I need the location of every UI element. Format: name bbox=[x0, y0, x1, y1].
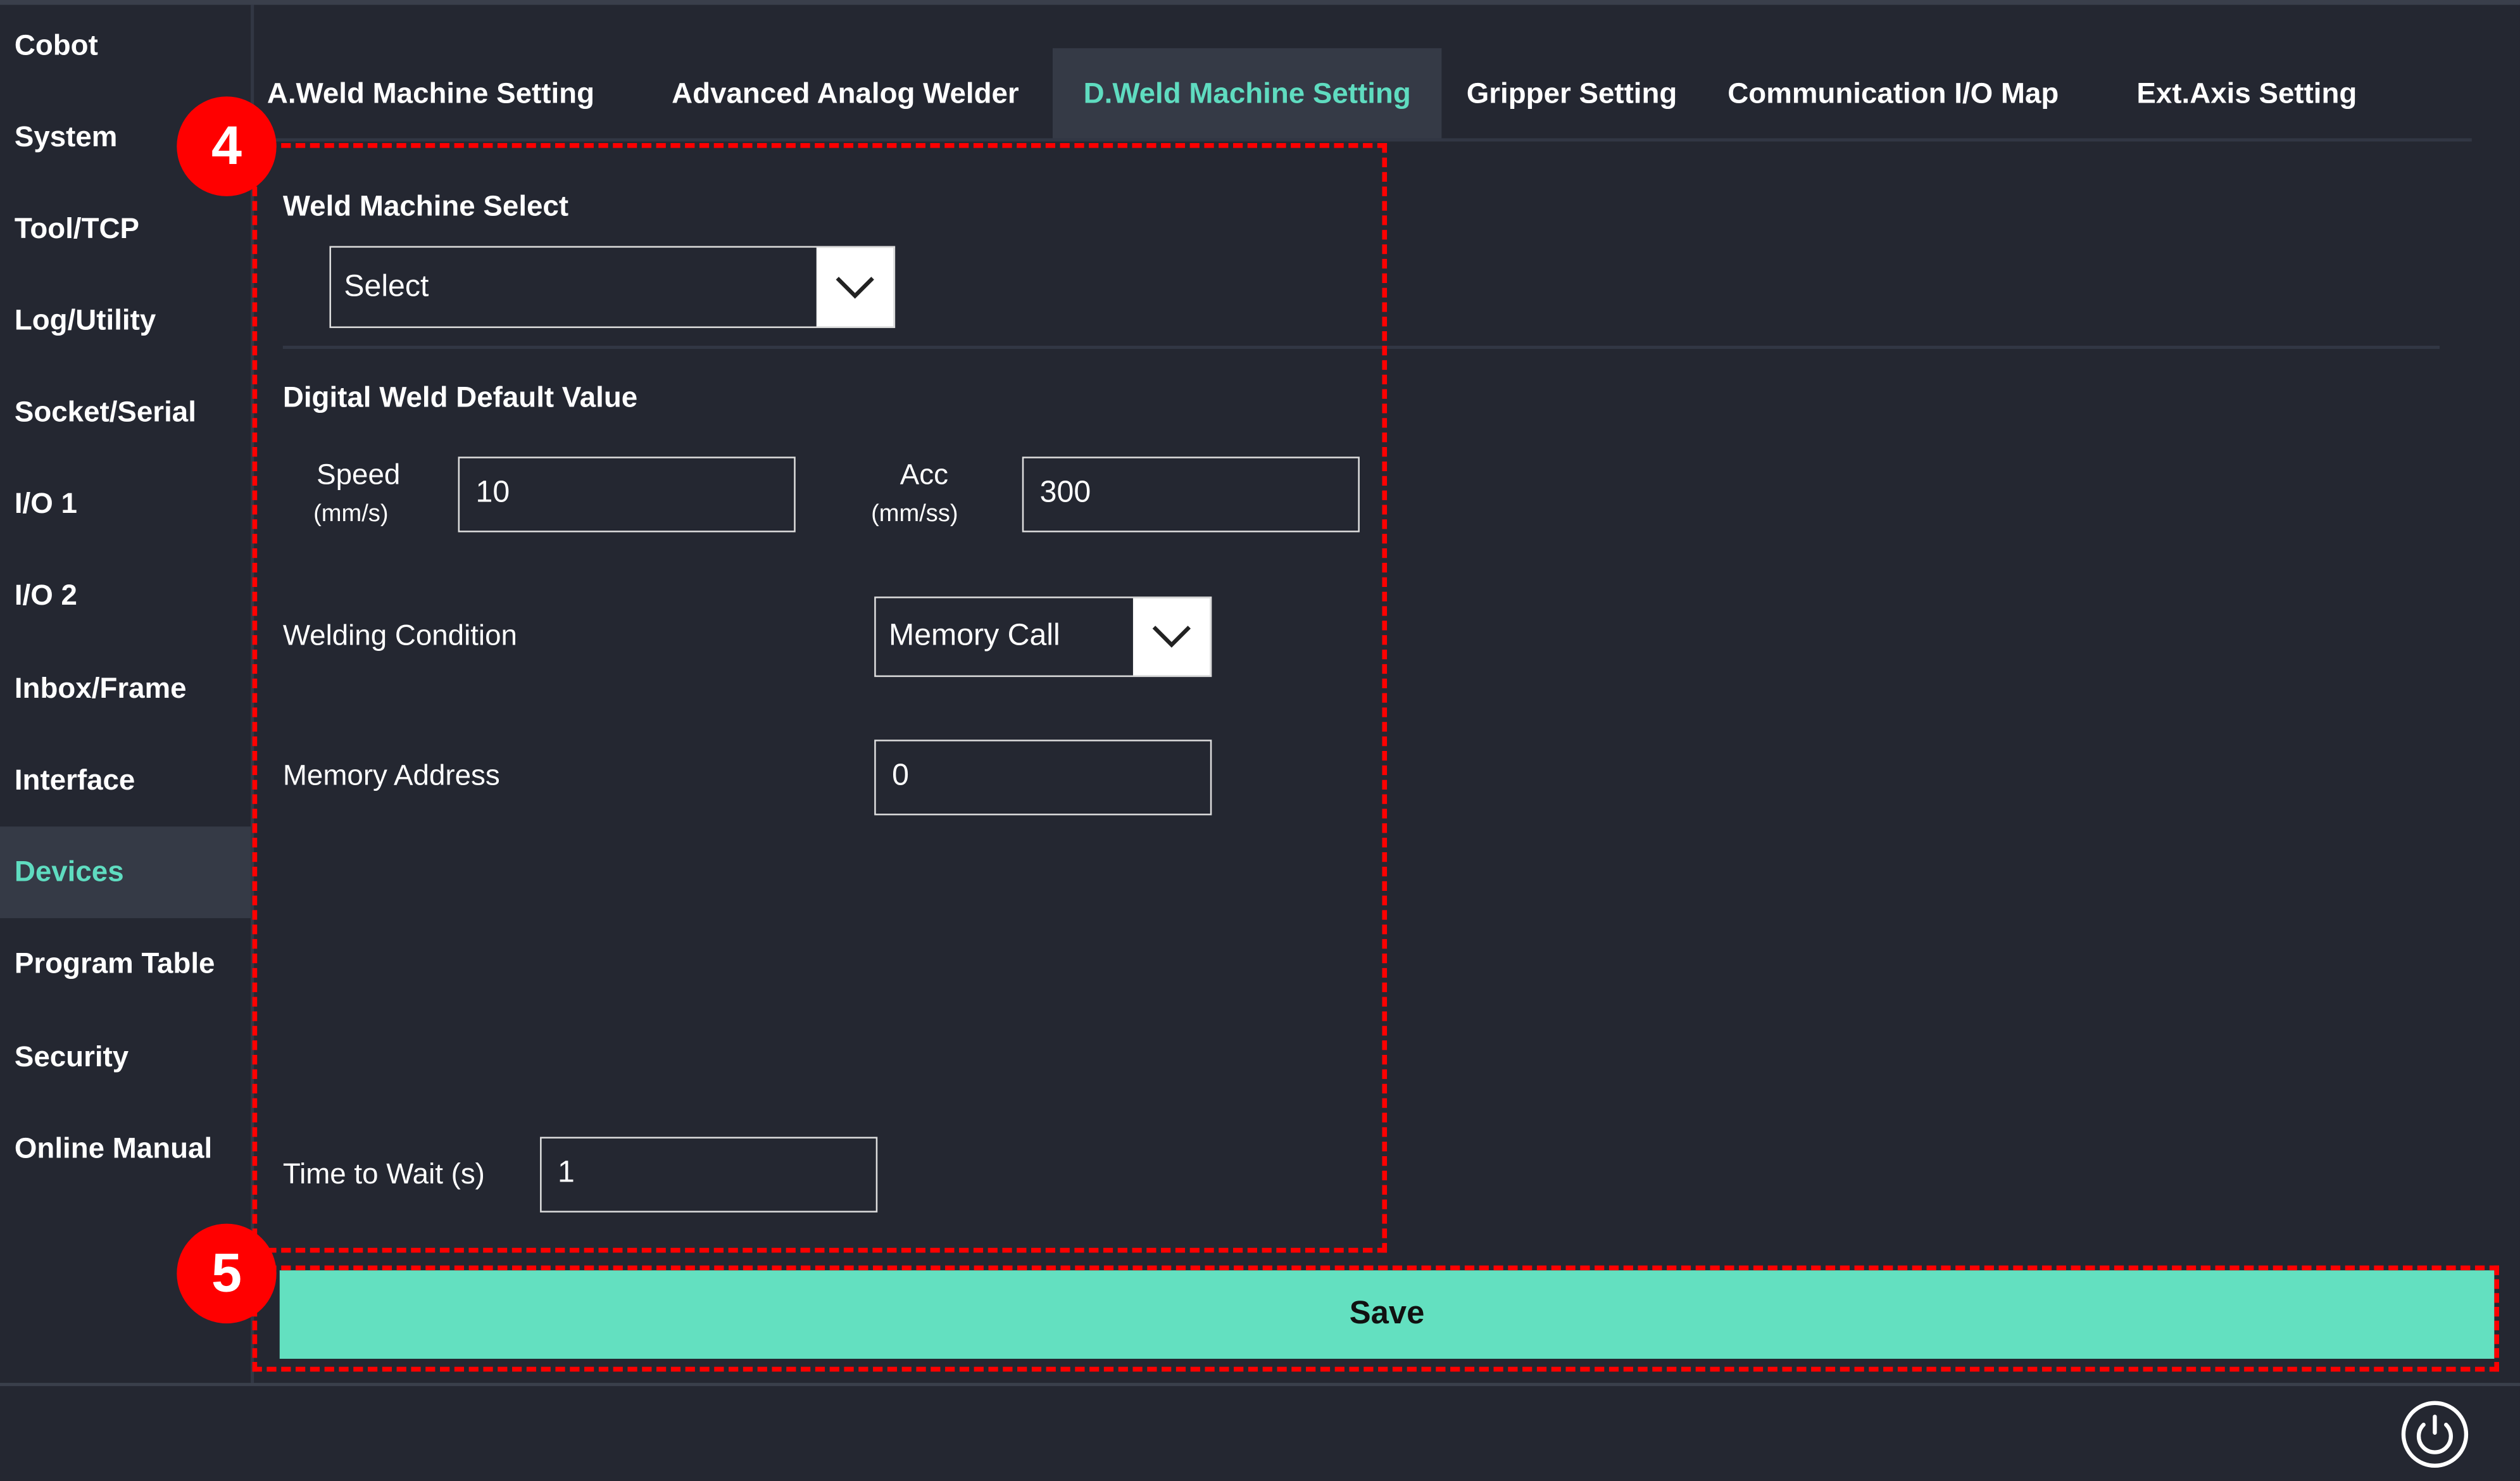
sidebar-item-devices[interactable]: Devices bbox=[0, 826, 251, 919]
tab-ext-axis-setting[interactable]: Ext.Axis Setting bbox=[2124, 48, 2369, 138]
sidebar-item-security[interactable]: Security bbox=[0, 1011, 251, 1103]
tab-advanced-analog-welder[interactable]: Advanced Analog Welder bbox=[659, 48, 1032, 138]
sidebar-item-io1[interactable]: I/O 1 bbox=[0, 458, 251, 550]
app-window: Cobot System Tool/TCP Log/Utility Socket… bbox=[0, 0, 2520, 1481]
sidebar-item-socket-serial[interactable]: Socket/Serial bbox=[0, 367, 251, 458]
sidebar-item-online-manual[interactable]: Online Manual bbox=[0, 1103, 251, 1195]
sidebar-item-program-table[interactable]: Program Table bbox=[0, 918, 251, 1010]
power-icon[interactable] bbox=[2400, 1399, 2471, 1470]
sidebar-item-cobot[interactable]: Cobot bbox=[0, 0, 251, 92]
sidebar-item-tool-tcp[interactable]: Tool/TCP bbox=[0, 184, 251, 275]
sidebar-item-io2[interactable]: I/O 2 bbox=[0, 550, 251, 642]
tab-gripper-setting[interactable]: Gripper Setting bbox=[1455, 48, 1689, 138]
annotation-badge-5: 5 bbox=[177, 1223, 277, 1324]
annotation-box-save bbox=[252, 1265, 2499, 1372]
annotation-box-settings bbox=[252, 143, 1388, 1253]
sidebar-item-inbox-frame[interactable]: Inbox/Frame bbox=[0, 643, 251, 735]
annotation-badge-4: 4 bbox=[177, 96, 277, 196]
tab-divider bbox=[254, 138, 2472, 142]
top-divider bbox=[0, 0, 2520, 5]
sidebar-item-interface[interactable]: Interface bbox=[0, 735, 251, 827]
tab-a-weld-machine-setting[interactable]: A.Weld Machine Setting bbox=[257, 48, 604, 138]
sidebar-item-log-utility[interactable]: Log/Utility bbox=[0, 275, 251, 367]
bottom-divider bbox=[0, 1383, 2520, 1387]
tab-communication-io-map[interactable]: Communication I/O Map bbox=[1713, 48, 2073, 138]
tab-d-weld-machine-setting[interactable]: D.Weld Machine Setting bbox=[1052, 48, 1442, 139]
